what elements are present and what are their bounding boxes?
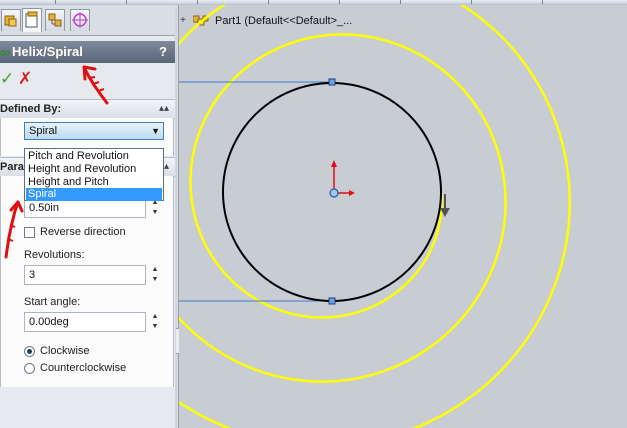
- command-tab[interactable]: [472, 0, 543, 4]
- defined-by-group-header[interactable]: Defined By: ▴▴: [0, 99, 175, 119]
- command-tab[interactable]: [198, 0, 269, 4]
- crosshair-icon: [72, 12, 88, 28]
- dropdown-option-height-revolution[interactable]: Height and Revolution: [26, 163, 162, 176]
- dimxpert-manager-tab[interactable]: [70, 9, 90, 31]
- property-manager-icon: [25, 11, 38, 28]
- command-tab[interactable]: [0, 0, 56, 4]
- property-manager-panel: ∞ Helix/Spiral ? ✓ ✗ Defined By: ▴▴ Spir…: [0, 5, 176, 428]
- clockwise-radio[interactable]: [24, 346, 35, 357]
- dropdown-option-spiral[interactable]: Spiral: [26, 188, 162, 201]
- dropdown-option-pitch-revolution[interactable]: Pitch and Revolution: [26, 150, 162, 163]
- property-manager-title-bar: ∞ Helix/Spiral ?: [0, 41, 175, 63]
- configuration-manager-tab[interactable]: [45, 9, 65, 31]
- quadrant-point-top[interactable]: [328, 78, 336, 86]
- counterclockwise-radio[interactable]: [24, 363, 35, 374]
- start-angle-label: Start angle:: [24, 296, 81, 308]
- x-icon[interactable]: ✗: [18, 69, 34, 89]
- counterclockwise-label: Counterclockwise: [40, 362, 127, 374]
- command-tab[interactable]: [127, 0, 198, 4]
- command-tab[interactable]: [340, 0, 401, 4]
- reverse-direction-checkbox[interactable]: [24, 227, 35, 238]
- feature-tree-icon: [4, 15, 17, 27]
- configuration-icon: [48, 13, 62, 27]
- origin-icon: [329, 188, 339, 198]
- chevron-up-double-icon[interactable]: ▴▴: [159, 100, 169, 118]
- page-title: Helix/Spiral: [12, 44, 83, 59]
- clockwise-label: Clockwise: [40, 345, 90, 357]
- revolutions-input[interactable]: [24, 265, 146, 285]
- help-icon[interactable]: ?: [159, 41, 167, 63]
- manager-tabs: [0, 5, 175, 36]
- reverse-direction-label: Reverse direction: [40, 226, 126, 238]
- defined-by-selected: Spiral: [29, 125, 58, 137]
- helix-icon: ∞: [0, 44, 10, 60]
- pitch-stepper[interactable]: ▲ ▼: [149, 198, 161, 218]
- check-icon[interactable]: ✓: [0, 69, 14, 89]
- y-axis-arrowhead: [331, 160, 337, 167]
- quadrant-point-bottom[interactable]: [328, 297, 336, 305]
- sketch-canvas: [179, 5, 571, 428]
- ok-cancel-row: ✓ ✗: [0, 67, 175, 91]
- spiral-curve[interactable]: [179, 5, 571, 428]
- command-tab[interactable]: [543, 0, 627, 4]
- pitch-input[interactable]: [24, 198, 146, 218]
- graphics-viewport[interactable]: + Part1 (Default<<Default>_...: [179, 5, 627, 428]
- chevron-down-icon[interactable]: ▼: [151, 123, 160, 139]
- command-tab[interactable]: [56, 0, 127, 4]
- defined-by-dropdown-list: Pitch and Revolution Height and Revoluti…: [24, 148, 164, 201]
- revolutions-stepper[interactable]: ▲ ▼: [149, 265, 161, 285]
- command-tab[interactable]: [269, 0, 340, 4]
- defined-by-label: Defined By:: [0, 103, 62, 115]
- defined-by-select[interactable]: Spiral ▼: [24, 122, 164, 140]
- start-angle-stepper[interactable]: ▲ ▼: [149, 312, 161, 332]
- feature-manager-tab[interactable]: [1, 9, 21, 31]
- revolutions-label: Revolutions:: [24, 249, 85, 261]
- command-tab[interactable]: [401, 0, 472, 4]
- x-axis-arrowhead: [349, 190, 355, 196]
- property-manager-tab[interactable]: [22, 8, 42, 32]
- start-angle-input[interactable]: [24, 312, 146, 332]
